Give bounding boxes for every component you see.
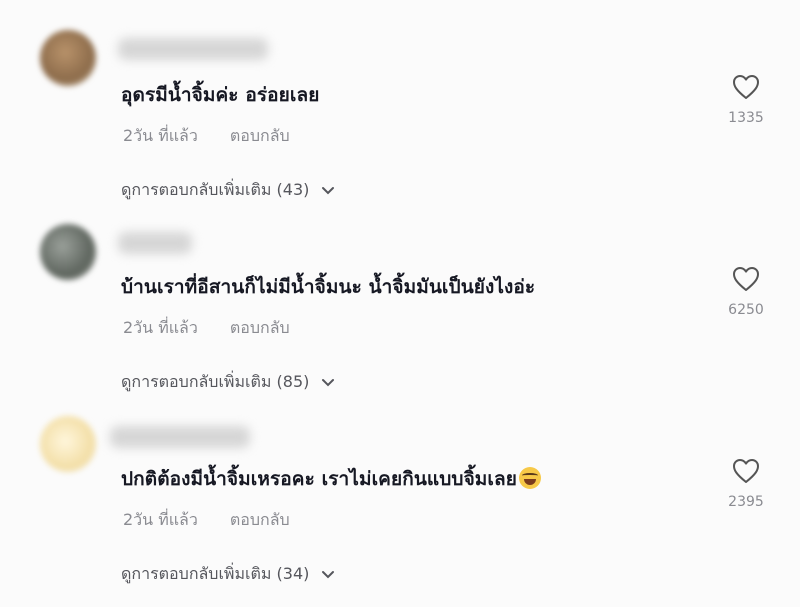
heart-icon (733, 75, 759, 99)
heart-icon (733, 459, 759, 483)
username-blurred[interactable] (118, 38, 268, 60)
comment-meta: 2วัน ที่แล้ว ตอบกลับ (123, 508, 290, 533)
reply-button[interactable]: ตอบกลับ (230, 318, 290, 337)
avatar[interactable] (40, 224, 96, 280)
comment-item: อุดรมีน้ำจิ้มค่ะ อร่อยเลย 2วัน ที่แล้ว ตอ… (0, 0, 800, 199)
comment-meta: 2วัน ที่แล้ว ตอบกลับ (123, 124, 290, 149)
username-blurred[interactable] (110, 426, 250, 448)
heart-icon (733, 267, 759, 291)
like-button[interactable]: 2395 (711, 458, 781, 510)
comment-text: ปกติต้องมีน้ำจิ้มเหรอคะ เราไม่เคยกินแบบจ… (121, 464, 542, 494)
laughing-tears-emoji-icon (519, 467, 542, 489)
comment-item: ปกติต้องมีน้ำจิ้มเหรอคะ เราไม่เคยกินแบบจ… (0, 384, 800, 583)
chevron-down-icon (322, 570, 335, 578)
reply-button[interactable]: ตอบกลับ (230, 126, 290, 145)
like-button[interactable]: 1335 (711, 74, 781, 126)
like-count: 2395 (728, 494, 764, 510)
like-count: 6250 (728, 302, 764, 318)
avatar[interactable] (40, 416, 96, 472)
like-button[interactable]: 6250 (711, 266, 781, 318)
comment-text-body: ปกติต้องมีน้ำจิ้มเหรอคะ เราไม่เคยกินแบบจ… (121, 468, 518, 490)
comment-meta: 2วัน ที่แล้ว ตอบกลับ (123, 316, 290, 341)
comment-text: อุดรมีน้ำจิ้มค่ะ อร่อยเลย (121, 84, 320, 106)
like-count: 1335 (728, 110, 764, 126)
username-blurred[interactable] (118, 232, 192, 254)
comment-text: บ้านเราที่อีสานก็ไม่มีน้ำจิ้มนะ น้ำจิ้มม… (121, 276, 536, 298)
comment-item: บ้านเราที่อีสานก็ไม่มีน้ำจิ้มนะ น้ำจิ้มม… (0, 192, 800, 391)
comment-time: 2วัน ที่แล้ว (123, 126, 198, 145)
comment-time: 2วัน ที่แล้ว (123, 510, 198, 529)
reply-button[interactable]: ตอบกลับ (230, 510, 290, 529)
avatar[interactable] (40, 30, 96, 86)
view-more-replies[interactable]: ดูการตอบกลับเพิ่มเติม (34) (121, 562, 335, 587)
comment-time: 2วัน ที่แล้ว (123, 318, 198, 337)
view-more-replies-label: ดูการตอบกลับเพิ่มเติม (34) (121, 564, 310, 583)
